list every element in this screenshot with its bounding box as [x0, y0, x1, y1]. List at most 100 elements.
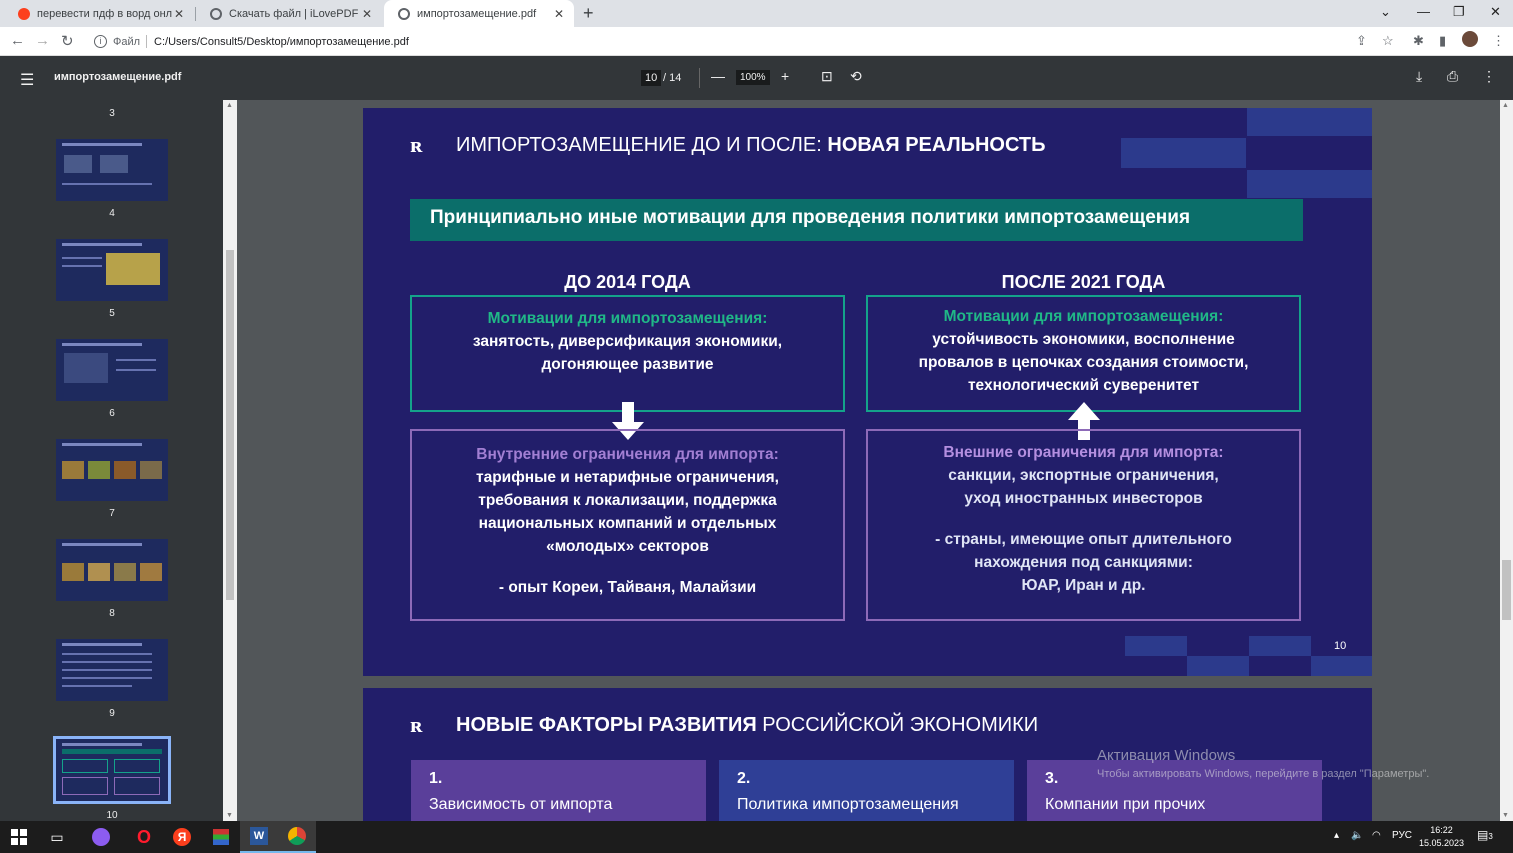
task-view-icon[interactable]: ▭: [38, 821, 76, 853]
hamburger-menu-icon[interactable]: ☰: [20, 70, 34, 90]
thumbnail-page-10[interactable]: [53, 736, 171, 804]
winrar-icon[interactable]: [202, 821, 240, 853]
box-note-line: - страны, имеющие опыт длительного: [935, 531, 1232, 548]
profile-avatar[interactable]: [1462, 31, 1478, 47]
scroll-up-arrow-icon[interactable]: ▲: [226, 102, 233, 109]
scrollbar-thumb[interactable]: [1502, 560, 1511, 620]
restore-button[interactable]: ❐: [1453, 4, 1465, 20]
tab-search-icon[interactable]: ⌄: [1380, 4, 1391, 20]
tray-expand-icon[interactable]: ▴: [1334, 830, 1339, 841]
box-line: требования к локализации, поддержка: [478, 492, 777, 509]
scrollbar-thumb[interactable]: [226, 250, 234, 600]
box-internal-restrictions: Внутренние ограничения для импорта: тари…: [410, 429, 845, 621]
chrome-icon[interactable]: [278, 821, 316, 853]
wifi-icon[interactable]: ◠: [1372, 830, 1381, 841]
fit-page-icon[interactable]: ⊡: [821, 68, 833, 85]
clock-time: 16:22: [1430, 825, 1453, 835]
menu-kebab-icon[interactable]: ⋮: [1492, 33, 1505, 49]
tab-title: импортозамещение.pdf: [417, 7, 537, 20]
volume-icon[interactable]: 🔈: [1351, 830, 1363, 841]
zoom-input[interactable]: 100%: [736, 70, 770, 85]
share-icon[interactable]: ⇪: [1356, 33, 1367, 49]
side-panel-icon[interactable]: ▮: [1439, 33, 1446, 49]
slide-banner: Принципиально иные мотивации для проведе…: [410, 199, 1303, 241]
main-scrollbar[interactable]: ▲ ▼: [1500, 100, 1513, 821]
page-number-input[interactable]: 10: [641, 70, 662, 86]
bookmark-star-icon[interactable]: ☆: [1382, 33, 1394, 49]
zoom-out-icon[interactable]: —: [711, 68, 725, 84]
back-icon[interactable]: ←: [10, 32, 25, 49]
thumbnail-page-4[interactable]: [56, 139, 168, 201]
reload-icon[interactable]: ↻: [61, 32, 74, 50]
thumbnail-page-8[interactable]: [56, 539, 168, 601]
pdf-toolbar: ☰ импортозамещение.pdf 10 / 14 — 100% + …: [0, 56, 1513, 100]
close-tab-icon[interactable]: ✕: [360, 7, 374, 21]
close-tab-icon[interactable]: ✕: [552, 7, 566, 21]
notification-count: 3: [1488, 832, 1493, 841]
box-line: догоняющее развитие: [541, 356, 714, 373]
tab-pdf-active[interactable]: импортозамещение.pdf ✕: [384, 0, 574, 27]
address-bar[interactable]: i Файл C:/Users/Consult5/Desktop/импорто…: [86, 30, 1406, 53]
thumbnail-header: [62, 143, 142, 146]
download-icon[interactable]: ⤓: [1416, 68, 1422, 85]
system-clock[interactable]: 16:22 15.05.2023: [1419, 824, 1464, 850]
rotate-icon[interactable]: ⟲: [850, 68, 862, 85]
language-indicator[interactable]: РУС: [1392, 830, 1412, 841]
box-title: Внутренние ограничения для импорта:: [476, 446, 779, 463]
thumbnail-page-number: 10: [106, 810, 118, 821]
info-icon[interactable]: i: [94, 35, 107, 48]
thumbnail-page-number: 3: [109, 108, 115, 119]
yandex-browser-icon[interactable]: Я: [163, 821, 201, 853]
thumbnail-header: [62, 743, 142, 746]
decor-block: [1247, 108, 1372, 136]
slide-title: НОВЫЕ ФАКТОРЫ РАЗВИТИЯ РОССИЙСКОЙ ЭКОНОМ…: [456, 714, 1038, 737]
opera-icon[interactable]: O: [125, 821, 163, 853]
extensions-icon[interactable]: ✱: [1413, 33, 1424, 49]
thumbnail-image: [62, 461, 84, 479]
divider: [699, 68, 700, 88]
close-window-button[interactable]: ✕: [1490, 4, 1501, 20]
tab-yandex-search[interactable]: перевести пдф в ворд онлайн б ✕: [4, 0, 194, 27]
slide-page-10: ʀ ИМПОРТОЗАМЕЩЕНИЕ ДО И ПОСЛЕ: НОВАЯ РЕА…: [363, 108, 1372, 676]
decor-block: [1311, 656, 1372, 676]
box-motivations-after: Мотивации для импортозамещения: устойчив…: [866, 295, 1301, 412]
scroll-up-arrow-icon[interactable]: ▲: [1502, 102, 1509, 109]
close-tab-icon[interactable]: ✕: [172, 7, 186, 21]
tab-ilovepdf[interactable]: Скачать файл | iLovePDF ✕: [196, 0, 382, 27]
card-text: Зависимость от импорта: [429, 796, 613, 813]
thumbnail-page-5[interactable]: [56, 239, 168, 301]
print-icon[interactable]: ⎙: [1447, 68, 1458, 85]
thumbnail-image: [88, 563, 110, 581]
thumbnail-box: [114, 759, 160, 773]
notification-center-icon[interactable]: ▤3: [1477, 828, 1493, 842]
sidebar-scrollbar[interactable]: ▲ ▼: [223, 100, 237, 821]
thumbnail-page-9[interactable]: [56, 639, 168, 701]
forward-icon[interactable]: →: [35, 32, 50, 49]
box-note: - опыт Кореи, Тайваня, Малайзии: [498, 579, 757, 596]
alice-assistant-icon[interactable]: [82, 821, 120, 853]
scroll-down-arrow-icon[interactable]: ▼: [226, 812, 233, 819]
windows-start-icon[interactable]: [0, 821, 38, 853]
decor-block: [1121, 138, 1246, 168]
more-options-icon[interactable]: ⋮: [1482, 68, 1496, 85]
word-icon[interactable]: W: [240, 821, 278, 853]
thumbnail-line: [62, 685, 132, 687]
box-motivations-before: Мотивации для импортозамещения: занятост…: [410, 295, 845, 412]
box-title: Мотивации для импортозамещения:: [943, 308, 1224, 325]
slide-title-regular: ИМПОРТОЗАМЕЩЕНИЕ ДО И ПОСЛЕ:: [456, 134, 828, 156]
box-note-line: ЮАР, Иран и др.: [1021, 577, 1146, 594]
scroll-down-arrow-icon[interactable]: ▼: [1502, 812, 1509, 819]
new-tab-button[interactable]: +: [583, 3, 594, 24]
thumbnail-page-6[interactable]: [56, 339, 168, 401]
thumbnail-page-number: 4: [109, 208, 115, 219]
zoom-in-icon[interactable]: +: [781, 68, 789, 84]
box-line: технологический суверенитет: [967, 377, 1200, 394]
thumbnail-line: [62, 257, 102, 259]
thumbnail-image: [88, 461, 110, 479]
minimize-button[interactable]: —: [1417, 4, 1430, 19]
thumbnail-header: [62, 443, 142, 446]
tab-title: Скачать файл | iLovePDF: [229, 7, 359, 20]
thumbnail-page-7[interactable]: [56, 439, 168, 501]
thumbnail-chart: [64, 353, 108, 383]
